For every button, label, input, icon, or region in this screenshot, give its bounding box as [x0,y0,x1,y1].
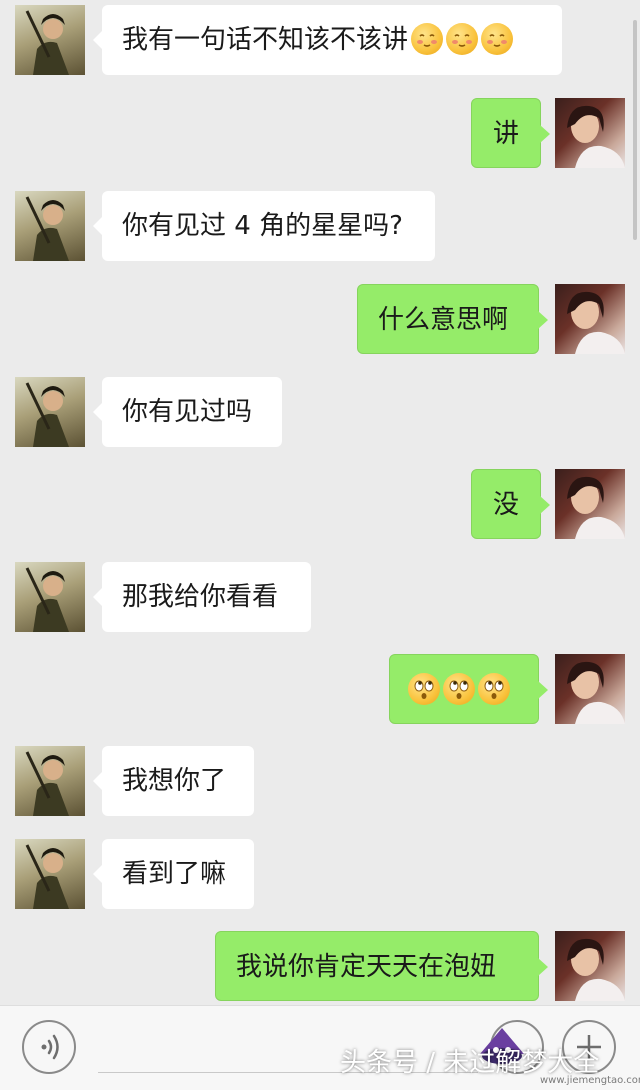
watermark-site: www.jiemengtao.com [540,1075,640,1086]
eyes-rolling-emoji [443,672,475,705]
message-text: 什么意思啊 [378,305,509,335]
message-bubble-incoming[interactable]: 你有见过吗 [93,377,282,447]
message-bubble-outgoing[interactable]: 什么意思啊 [357,284,548,354]
avatar[interactable] [15,191,85,261]
avatar[interactable] [555,284,625,354]
avatar[interactable] [555,654,625,724]
message-text: 那我给你看看 [122,582,279,612]
message-bubble-incoming[interactable]: 你有见过 4 角的星星吗? [93,191,435,261]
message-text: 你有见过吗 [122,397,253,427]
avatar[interactable] [15,562,85,632]
eyes-rolling-emoji [408,672,440,705]
message-row [0,654,640,726]
message-text: 你有见过 4 角的星星吗? [122,211,403,241]
voice-icon[interactable] [22,1020,76,1074]
message-bubble-outgoing[interactable]: 讲 [471,98,550,168]
message-text: 没 [492,490,519,520]
scrollbar[interactable] [633,20,637,240]
message-row: 什么意思啊 [0,284,640,356]
message-row: 没 [0,469,640,541]
message-bubble-outgoing[interactable]: 我说你肯定天天在泡妞 [215,931,548,1001]
message-text: 讲 [492,119,519,149]
avatar[interactable] [15,839,85,909]
blush-emoji [411,22,444,55]
message-text: 我想你了 [122,766,227,796]
message-row: 我说你肯定天天在泡妞 [0,931,640,1003]
message-bubble-incoming[interactable]: 我想你了 [93,746,254,816]
message-bubble-outgoing[interactable]: 没 [471,469,550,539]
message-row: 那我给你看看 [0,562,640,634]
avatar[interactable] [15,5,85,75]
watermark-text: 头条号 / 未过解梦大全 [340,1048,600,1078]
message-row: 讲 [0,98,640,170]
avatar[interactable] [555,469,625,539]
eyes-rolling-emoji [478,672,510,705]
blush-emoji [481,22,514,55]
avatar[interactable] [555,931,625,1001]
message-bubble-incoming[interactable]: 我有一句话不知该不该讲 [93,5,562,75]
message-row: 我想你了 [0,746,640,818]
avatar[interactable] [555,98,625,168]
avatar[interactable] [15,377,85,447]
message-row: 看到了嘛 [0,839,640,911]
message-row: 我有一句话不知该不该讲 [0,5,640,77]
message-bubble-incoming[interactable]: 看到了嘛 [93,839,254,909]
avatar[interactable] [15,746,85,816]
message-bubble-outgoing[interactable] [389,654,548,724]
message-row: 你有见过吗 [0,377,640,449]
message-text: 我有一句话不知该不该讲 [122,25,409,55]
message-text: 我说你肯定天天在泡妞 [236,952,497,982]
message-bubble-incoming[interactable]: 那我给你看看 [93,562,311,632]
message-row: 你有见过 4 角的星星吗? [0,191,640,263]
message-text: 看到了嘛 [122,859,227,889]
chat-area[interactable]: 我有一句话不知该不该讲 讲 你有见过 4 角的星星吗? 什么意思啊 你有见过吗 … [0,0,640,1005]
blush-emoji [446,22,479,55]
